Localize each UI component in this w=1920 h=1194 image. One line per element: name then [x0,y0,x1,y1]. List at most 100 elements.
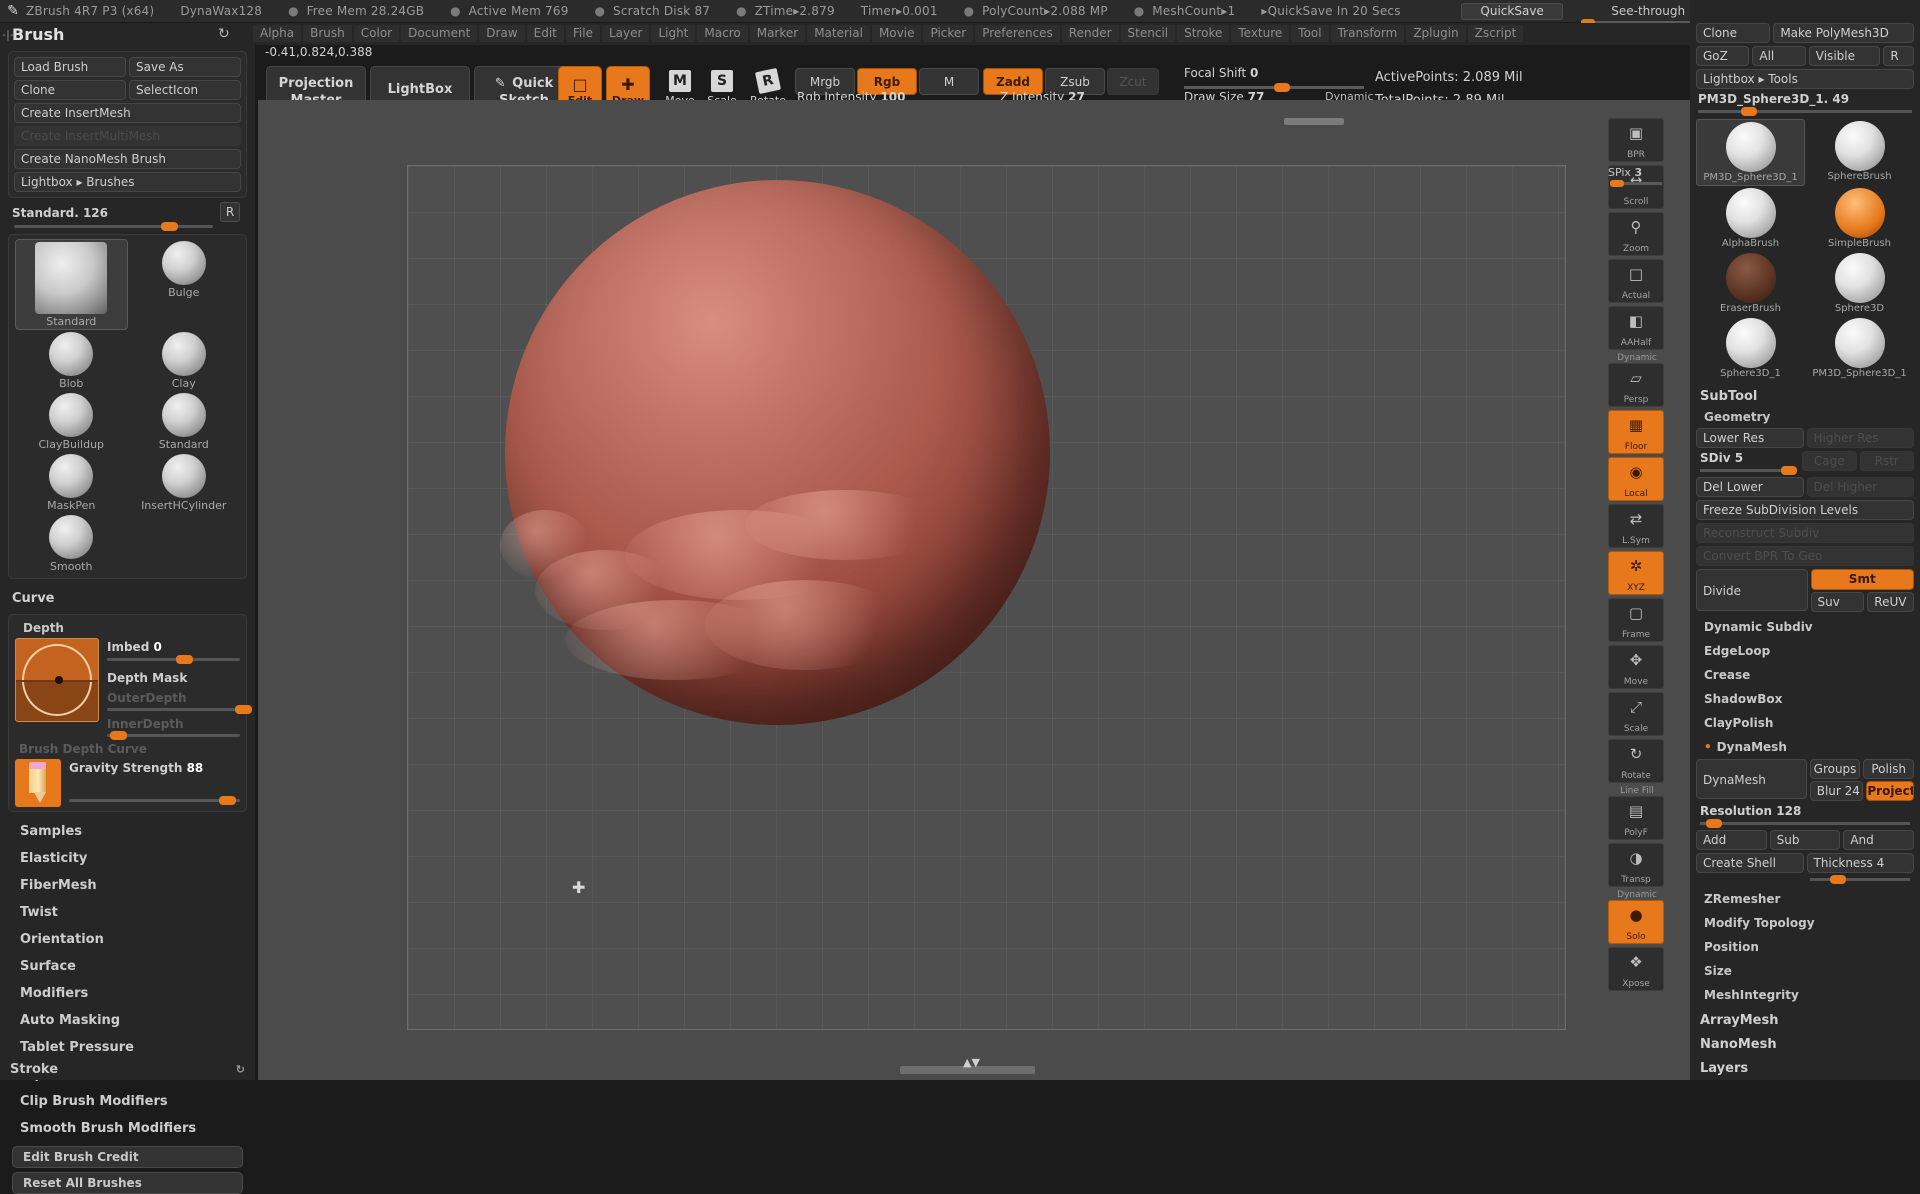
menu-item-alpha[interactable]: Alpha [253,25,302,42]
subpalette-orientation[interactable]: Orientation [0,926,255,953]
tool-item-sphere3d_1[interactable]: Sphere3D_1 [1696,316,1805,381]
gravity-track[interactable] [69,796,240,805]
sdiv-knob[interactable] [1780,466,1797,475]
gravity-knob[interactable] [219,796,237,805]
tool-thumbnail-grid[interactable]: PM3D_Sphere3D_1 SphereBrush AlphaBrush Simp… [1690,117,1920,383]
tool-item-alphabrush[interactable]: AlphaBrush [1696,186,1805,251]
brush-subpalette-list[interactable]: Samples Elasticity FiberMesh Twist Orientati… [0,818,255,1142]
menu-item-edit[interactable]: Edit [526,25,564,42]
sub-button[interactable]: Sub [1769,830,1841,850]
menu-item-texture[interactable]: Texture [1231,25,1290,42]
reset-all-brushes-button[interactable]: Reset All Brushes [12,1172,243,1194]
rail-floor-button[interactable]: ▦ Floor [1608,410,1664,454]
rail-scale-button[interactable]: ⤢ Scale [1608,692,1664,736]
brush-swatch-maskpen[interactable]: MaskPen [15,452,128,513]
brush-slider-knob[interactable] [161,222,179,231]
menu-item-movie[interactable]: Movie [871,25,922,42]
focal-shift-knob[interactable] [1274,83,1290,92]
right-icon-rail[interactable]: ▣ BPR ↔ Scroll ⚲ Zoom □ Actual ◧ AAHalf Dynamic ▱ Pe… [1608,118,1666,994]
lightbox-tools-button[interactable]: Lightbox ▸ Tools [1696,69,1914,89]
menu-item-file[interactable]: File [565,25,600,42]
crease-item[interactable]: Crease [1690,663,1920,687]
subpalette-twist[interactable]: Twist [0,899,255,926]
position-item[interactable]: Position [1690,935,1920,959]
polish-button[interactable]: Polish [1863,759,1914,779]
subpalette-modifiers[interactable]: Modifiers [0,980,255,1007]
brush-swatch-standard[interactable]: Standard [128,391,241,452]
menu-item-transform[interactable]: Transform [1330,25,1405,42]
load-brush-button[interactable]: Load Brush [14,57,126,77]
depth-curve-handle[interactable] [55,676,63,684]
imbed-knob[interactable] [176,655,194,664]
menu-item-stencil[interactable]: Stencil [1120,25,1176,42]
menu-item-stroke[interactable]: Stroke [1177,25,1230,42]
menu-item-color[interactable]: Color [353,25,400,42]
resolution-track[interactable] [1700,819,1910,828]
menu-item-preferences[interactable]: Preferences [975,25,1060,42]
divide-button[interactable]: Divide [1696,569,1808,611]
select-icon-button[interactable]: SelectIcon [129,80,241,100]
size-item[interactable]: Size [1690,959,1920,983]
brush-swatch-smooth[interactable]: Smooth [15,513,128,574]
reuv-button[interactable]: ReUV [1866,592,1914,612]
all-button[interactable]: All [1752,46,1806,66]
tool-item-eraserbrush[interactable]: EraserBrush [1696,251,1805,316]
smt-button[interactable]: Smt [1810,569,1914,590]
spix-knob[interactable] [1610,180,1624,187]
create-shell-button[interactable]: Create Shell [1696,853,1804,873]
rail-zoom-button[interactable]: ⚲ Zoom [1608,212,1664,256]
sculpt-sphere-model[interactable] [500,180,1050,725]
project-button[interactable]: Project [1866,781,1914,801]
blur-slider[interactable]: Blur 24 [1809,781,1864,801]
brush-swatch-clay[interactable]: Clay [128,330,241,391]
tool-slider-knob[interactable] [1740,107,1757,116]
menu-item-zscript[interactable]: Zscript [1467,25,1524,42]
tool-r-button[interactable]: R [1883,46,1914,66]
make-polymesh3d-button[interactable]: Make PolyMesh3D [1773,23,1914,43]
subtool-section-title[interactable]: SubTool [1690,383,1920,407]
lightbox-brushes-button[interactable]: Lightbox ▸ Brushes [14,172,241,192]
thickness-track[interactable] [1810,875,1910,884]
subpalette-smooth-brush-modifiers[interactable]: Smooth Brush Modifiers [0,1115,255,1142]
create-nanomesh-brush-button[interactable]: Create NanoMesh Brush [14,149,241,169]
rail-xyz-button[interactable]: ✲ XYZ [1608,551,1664,595]
tool-item-spherebrush[interactable]: SphereBrush [1805,119,1914,186]
freeze-subdivision-button[interactable]: Freeze SubDivision Levels [1696,500,1914,520]
nanomesh-section[interactable]: NanoMesh [1690,1031,1920,1055]
create-insertmesh-button[interactable]: Create InsertMesh [14,103,241,123]
inner-depth-knob[interactable] [109,731,127,740]
lower-res-button[interactable]: Lower Res [1696,428,1804,448]
subpalette-clip-brush-modifiers[interactable]: Clip Brush Modifiers [0,1088,255,1115]
brush-slider-track[interactable] [14,222,213,231]
tool-item-simplebrush[interactable]: SimpleBrush [1805,186,1914,251]
brush-swatch-claybuildup[interactable]: ClayBuildup [15,391,128,452]
rail-xpose-button[interactable]: ❖ Xpose [1608,947,1664,991]
layers-section[interactable]: Layers [1690,1055,1920,1079]
rail-persp-button[interactable]: ▱ Persp [1608,363,1664,407]
outer-depth-track[interactable] [107,705,252,714]
inner-depth-track[interactable] [107,731,240,740]
save-as-button[interactable]: Save As [129,57,241,77]
menu-item-document[interactable]: Document [401,25,478,42]
brush-swatch-grid[interactable]: Standard Bulge Blob Clay ClayBuildup Standard… [15,239,240,574]
stroke-refresh-icon[interactable]: ↻ [236,1063,245,1076]
brush-swatch-bulge[interactable]: Bulge [128,239,241,330]
edit-brush-credit-button[interactable]: Edit Brush Credit [12,1146,243,1168]
suv-button[interactable]: Suv [1810,592,1864,612]
canvas-scroll-arrows[interactable]: ▲▼ [963,1056,980,1069]
dynamic-subdiv-item[interactable]: Dynamic Subdiv [1690,615,1920,639]
menubar[interactable]: Alpha Brush Color Document Draw Edit File Layer… [253,25,1524,42]
gravity-brush-icon[interactable] [15,759,61,807]
menu-item-brush[interactable]: Brush [303,25,352,42]
thickness-slider[interactable]: Thickness 4 [1806,853,1914,873]
menu-item-tool[interactable]: Tool [1291,25,1329,42]
menu-item-material[interactable]: Material [807,25,870,42]
resolution-knob[interactable] [1706,819,1723,828]
visible-button[interactable]: Visible [1808,46,1881,66]
subpalette-tablet-pressure[interactable]: Tablet Pressure [0,1034,255,1061]
tool-item-pm3d_sphere3d_1[interactable]: PM3D_Sphere3D_1 [1805,316,1914,381]
brush-r-button[interactable]: R [220,202,240,222]
dynamesh-section-header[interactable]: DynaMesh [1690,735,1920,759]
rail-transp-button[interactable]: ◑ Transp [1608,843,1664,887]
outer-depth-knob[interactable] [234,705,252,714]
